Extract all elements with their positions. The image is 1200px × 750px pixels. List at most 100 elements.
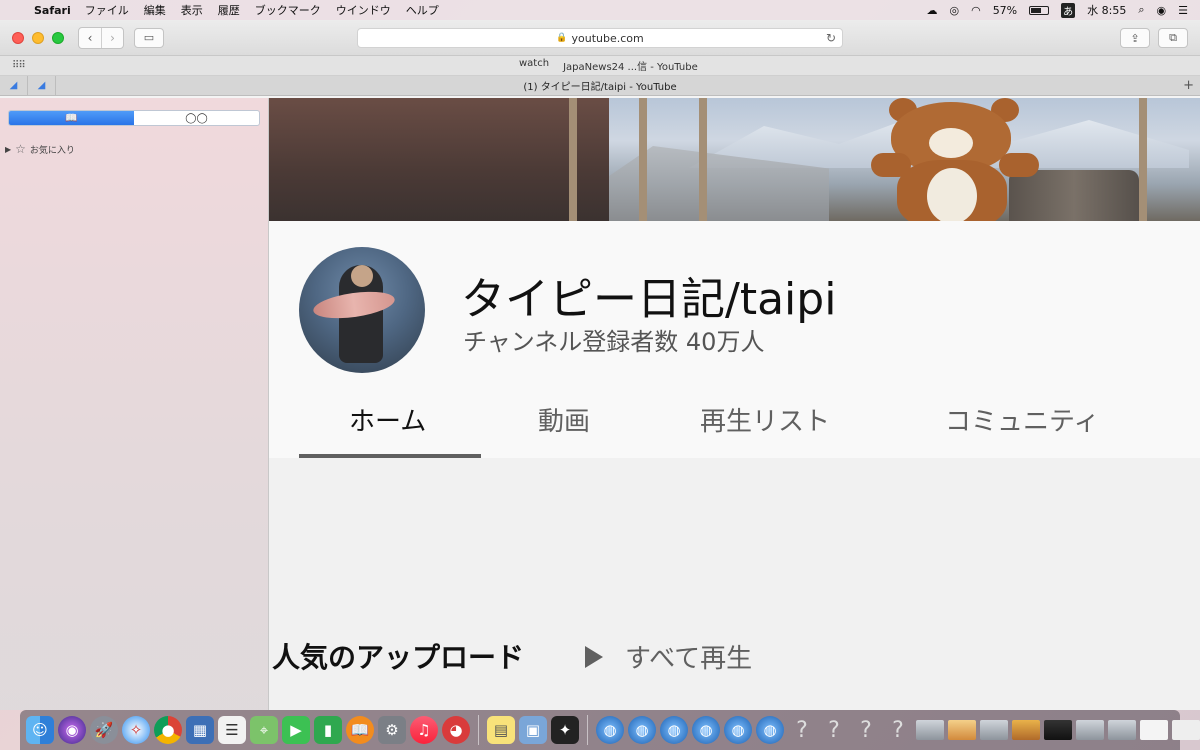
window-thumbnail[interactable] [980,720,1008,740]
tab-home[interactable]: ホーム [349,401,426,438]
toolbar-right: ⇪ ⧉ [1120,28,1188,48]
forward-button[interactable]: › [101,27,123,48]
numbers-icon[interactable]: ▮ [314,716,342,744]
bookmarks-tab[interactable]: 📖 [9,111,134,125]
notification-center-icon[interactable]: ☰ [1178,4,1188,17]
channel-name: タイピー日記/taipi [461,274,837,325]
pinned-tab-icon[interactable]: ◢ [0,75,28,96]
sidebar-favorites-folder[interactable]: ▶ ☆ お気に入り [5,142,75,156]
new-tab-button[interactable]: + [1183,78,1194,93]
menu-clock[interactable]: 水 8:55 [1087,2,1126,18]
close-window-button[interactable] [12,31,24,44]
globe-icon[interactable]: ◍ [756,716,784,744]
photo-booth-icon[interactable]: ◕ [442,716,470,744]
channel-banner [269,98,1200,221]
disclosure-triangle-icon[interactable]: ▶ [5,145,11,154]
window-thumbnail[interactable] [1108,720,1136,740]
sidebar-toggle-button[interactable]: ▭ [134,27,164,48]
stickies-icon[interactable]: ▤ [487,716,515,744]
battery-percent[interactable]: 57% [993,4,1017,17]
bear-muzzle [929,128,973,158]
dock-separator [587,715,588,745]
safari-icon[interactable]: ✧ [122,716,150,744]
channel-tabs: ホーム 動画 再生リスト コミュニティ [299,381,1179,458]
window-thumbnail[interactable] [916,720,944,740]
fullscreen-window-button[interactable] [52,31,64,44]
globe-icon[interactable]: ◍ [692,716,720,744]
screen-record-icon[interactable]: ◎ [949,4,959,17]
facetime-icon[interactable]: ▶ [282,716,310,744]
menu-file[interactable]: ファイル [85,2,129,18]
top-sites-icon[interactable]: ⠿⠿ [12,60,26,71]
siri-icon[interactable]: ◉ [58,716,86,744]
play-icon [585,645,603,668]
system-preferences-icon[interactable]: ⚙ [378,716,406,744]
channel-header: タイピー日記/taipi チャンネル登録者数 40万人 ホーム 動画 再生リスト… [269,221,1200,458]
music-icon[interactable]: ♫ [410,716,438,744]
globe-icon[interactable]: ◍ [596,716,624,744]
notes-icon[interactable]: ☰ [218,716,246,744]
photo-icon[interactable]: ▦ [186,716,214,744]
finder-icon[interactable]: ☺ [26,716,54,744]
window-controls [12,31,64,44]
menu-bookmarks[interactable]: ブックマーク [255,2,321,18]
menu-app-name[interactable]: Safari [34,4,71,17]
final-cut-icon[interactable]: ✦ [551,716,579,744]
status-area: ☁ ◎ ◠ 57% あ 水 8:55 ⌕ ◉ ☰ [926,2,1200,18]
minimize-window-button[interactable] [32,31,44,44]
channel-avatar[interactable] [299,247,425,373]
favorite-item-japanews[interactable]: JapaNews24 ...信 - YouTube [563,58,698,73]
share-button[interactable]: ⇪ [1120,28,1150,48]
input-method-icon[interactable]: あ [1061,2,1076,18]
banner-pole [699,98,707,221]
globe-icon[interactable]: ◍ [724,716,752,744]
menu-help[interactable]: ヘルプ [406,2,439,18]
creative-cloud-icon[interactable]: ☁ [926,4,937,17]
banner-trees [269,98,609,221]
reading-list-tab[interactable]: ◯◯ [134,111,259,125]
back-button[interactable]: ‹ [79,28,101,48]
reload-icon[interactable]: ↻ [826,31,836,45]
favorite-item-watch[interactable]: watch [519,58,549,73]
active-tab-title[interactable]: (1) タイピー日記/taipi - YouTube [0,78,1200,93]
play-all-button[interactable]: すべて再生 [585,638,752,675]
menu-edit[interactable]: 編集 [144,2,166,18]
chrome-icon[interactable]: ● [154,716,182,744]
window-thumbnail[interactable] [1044,720,1072,740]
bear-arm [999,153,1039,177]
window-thumbnail[interactable] [1076,720,1104,740]
tab-bar: ◢ ◢ (1) タイピー日記/taipi - YouTube + [0,75,1200,96]
question-mark-icon[interactable]: ? [884,716,912,744]
tab-overview-button[interactable]: ⧉ [1158,28,1188,48]
question-mark-icon[interactable]: ? [788,716,816,744]
pinned-tab-icon[interactable]: ◢ [28,75,56,96]
favorites-bar: ⠿⠿ watch JapaNews24 ...信 - YouTube [0,56,1200,76]
avatar-face [351,265,373,287]
tab-community[interactable]: コミュニティ [945,401,1099,438]
question-mark-icon[interactable]: ? [852,716,880,744]
tab-playlists[interactable]: 再生リスト [700,401,830,438]
battery-icon[interactable] [1029,5,1050,15]
globe-icon[interactable]: ◍ [660,716,688,744]
wifi-icon[interactable]: ◠ [971,4,981,17]
launchpad-icon[interactable]: 🚀 [90,716,118,744]
menu-bar: Safari ファイル 編集 表示 履歴 ブックマーク ウインドウ ヘルプ ☁ … [0,0,1200,20]
siri-menu-icon[interactable]: ◉ [1157,4,1167,17]
window-thumbnail[interactable] [1172,720,1200,740]
window-thumbnail[interactable] [1012,720,1040,740]
globe-icon[interactable]: ◍ [628,716,656,744]
window-thumbnail[interactable] [1140,720,1168,740]
question-mark-icon[interactable]: ? [820,716,848,744]
window-thumbnail[interactable] [948,720,976,740]
preview-icon[interactable]: ▣ [519,716,547,744]
menu-view[interactable]: 表示 [181,2,203,18]
menu-window[interactable]: ウインドウ [336,2,391,18]
tab-videos[interactable]: 動画 [538,401,590,438]
bookmarks-sidebar: 📖 ◯◯ ▶ ☆ お気に入り [0,98,269,710]
lock-icon: 🔒 [556,33,568,43]
address-bar[interactable]: 🔒 youtube.com ↻ [357,28,843,48]
menu-history[interactable]: 履歴 [218,2,240,18]
maps-icon[interactable]: ⌖ [250,716,278,744]
books-icon[interactable]: 📖 [346,716,374,744]
spotlight-icon[interactable]: ⌕ [1138,3,1144,17]
